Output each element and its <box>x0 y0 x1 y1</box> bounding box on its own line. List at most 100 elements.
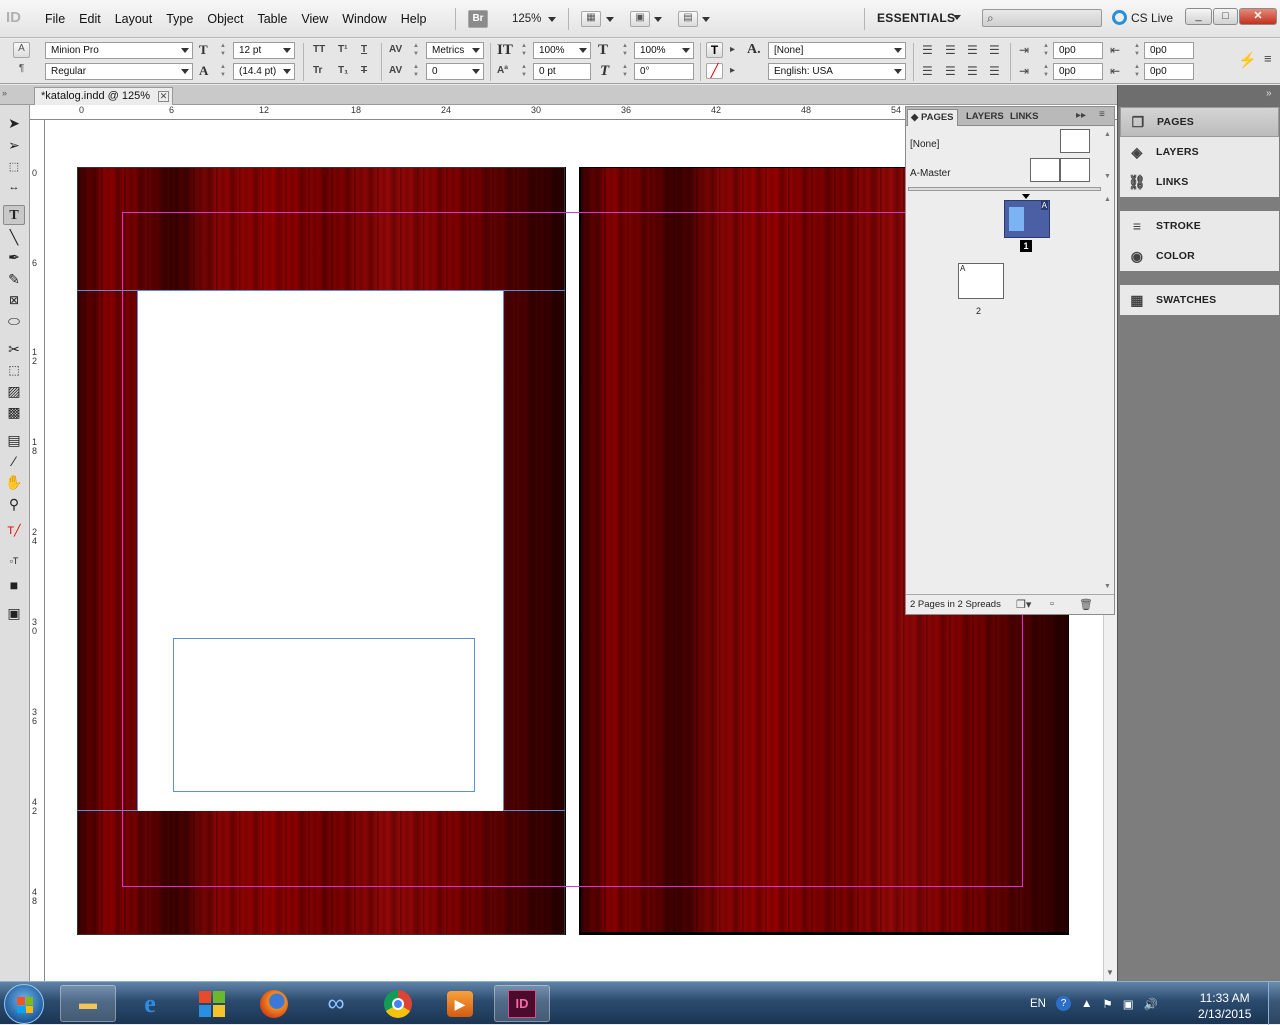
strikethrough-icon[interactable]: T <box>361 65 367 76</box>
superscript-icon[interactable]: T¹ <box>338 44 347 55</box>
skew-stepper[interactable]: ▲ ▼ <box>621 63 629 80</box>
pencil-tool-icon[interactable]: ✎ <box>3 269 25 289</box>
vertical-scale-stepper[interactable]: ▲ ▼ <box>520 42 528 59</box>
panel-menu-icon[interactable]: ≡ <box>1264 51 1272 66</box>
menu-table[interactable]: Table <box>250 12 294 26</box>
gradient-feather-tool-icon[interactable]: ▩ <box>3 402 25 422</box>
last-line-indent-field[interactable]: 0p0 <box>1144 63 1194 80</box>
eyedropper-tool-icon[interactable]: ⁄ <box>3 451 25 471</box>
dock-item-links[interactable]: ⛓ LINKS <box>1120 167 1279 197</box>
note-tool-icon[interactable]: ▤ <box>3 430 25 450</box>
left-indent-field[interactable]: 0p0 <box>1053 42 1103 59</box>
taskbar-media-app[interactable] <box>184 985 240 1022</box>
collapse-tools-icon[interactable]: » <box>2 88 7 98</box>
menu-object[interactable]: Object <box>200 12 250 26</box>
view-options-icon[interactable]: ▦ <box>581 11 601 27</box>
justify-right-icon[interactable]: ☰ <box>967 64 978 78</box>
type-tool-icon[interactable]: T <box>3 205 25 225</box>
font-size-stepper[interactable]: ▲ ▼ <box>219 42 227 59</box>
baseline-shift-stepper[interactable]: ▲ ▼ <box>520 63 528 80</box>
edit-page-size-icon[interactable]: ❐▾ <box>1016 598 1031 611</box>
show-hidden-icons-icon[interactable]: ▲ <box>1081 998 1092 1010</box>
all-caps-icon[interactable]: TT <box>313 44 325 55</box>
leading-stepper[interactable]: ▲ ▼ <box>219 63 227 80</box>
taskbar-indesign[interactable]: ID <box>494 985 550 1022</box>
justify-all-icon[interactable]: ☰ <box>989 64 1000 78</box>
menu-type[interactable]: Type <box>159 12 200 26</box>
small-caps-icon[interactable]: Tr <box>313 65 322 76</box>
show-desktop-button[interactable] <box>1268 982 1280 1025</box>
right-indent-stepper[interactable]: ▲ ▼ <box>1133 42 1141 59</box>
taskbar-explorer[interactable]: ▬ <box>60 985 116 1022</box>
zoom-level[interactable]: 125% <box>512 13 541 25</box>
dock-item-color[interactable]: ◉ COLOR <box>1120 241 1279 271</box>
rectangle-frame-tool-icon[interactable]: ⊠ <box>3 290 25 310</box>
skew-field[interactable]: 0° <box>634 63 694 80</box>
screen-mode-tool-icon[interactable]: ▣ <box>3 603 25 623</box>
master-none-thumb[interactable] <box>1060 129 1090 153</box>
left-indent-stepper[interactable]: ▲ ▼ <box>1042 42 1050 59</box>
page-1-thumb[interactable]: A <box>1004 200 1050 238</box>
align-towards-spine-icon[interactable]: ☰ <box>989 43 1000 57</box>
horizontal-scale-stepper[interactable]: ▲ ▼ <box>621 42 629 59</box>
close-window-button[interactable]: ✕ <box>1239 8 1277 25</box>
text-frame[interactable] <box>173 638 475 792</box>
screen-mode-icon[interactable]: ▣ <box>630 11 650 27</box>
underline-icon[interactable]: T <box>361 44 367 55</box>
line-tool-icon[interactable]: ╲ <box>3 227 25 247</box>
quick-apply-icon[interactable]: ⚡ <box>1238 51 1257 69</box>
search-input[interactable]: ⌕ <box>982 9 1102 27</box>
horizontal-scale-field[interactable]: 100% <box>634 42 694 59</box>
gap-tool-icon[interactable]: ↔ <box>3 177 25 197</box>
zoom-tool-icon[interactable]: ⚲ <box>3 494 25 514</box>
menu-view[interactable]: View <box>294 12 335 26</box>
align-right-icon[interactable]: ☰ <box>967 43 978 57</box>
document-tab[interactable]: *katalog.indd @ 125% ✕ <box>34 87 174 105</box>
fill-stroke-icon[interactable]: T╱ <box>3 521 25 541</box>
scroll-down-icon[interactable]: ▼ <box>1104 583 1111 590</box>
font-size-field[interactable]: 12 pt <box>233 42 295 59</box>
subscript-icon[interactable]: T₁ <box>338 65 348 76</box>
selection-tool-icon[interactable]: ➤ <box>3 113 25 133</box>
delete-page-icon[interactable]: 🗑 <box>1079 598 1093 611</box>
close-tab-icon[interactable]: ✕ <box>158 91 170 102</box>
free-transform-tool-icon[interactable]: ⬚ <box>3 360 25 380</box>
tab-layers[interactable]: LAYERS <box>963 109 1007 126</box>
scissors-tool-icon[interactable]: ✂ <box>3 339 25 359</box>
font-style-field[interactable]: Regular <box>45 63 193 80</box>
screen-mode-dropdown-icon[interactable] <box>654 17 662 22</box>
menu-file[interactable]: File <box>38 12 72 26</box>
fill-text-icon[interactable]: T <box>706 42 723 58</box>
collapse-dock-icon[interactable]: » <box>1266 88 1272 99</box>
master-a-thumb-left[interactable] <box>1030 158 1060 182</box>
pen-tool-icon[interactable]: ✒ <box>3 247 25 267</box>
new-page-icon[interactable]: ▫ <box>1050 598 1054 610</box>
arrange-documents-icon[interactable]: ▤ <box>678 11 698 27</box>
font-family-field[interactable]: Minion Pro <box>45 42 193 59</box>
tracking-stepper[interactable]: ▲ ▼ <box>412 63 420 80</box>
workspace-dropdown-icon[interactable] <box>953 15 961 20</box>
page-tool-icon[interactable]: ⬚ <box>3 157 25 177</box>
minimize-button[interactable]: _ <box>1185 8 1212 25</box>
paragraph-mode-icon[interactable]: ¶ <box>13 63 30 79</box>
scroll-down-icon[interactable]: ▼ <box>1106 968 1114 977</box>
workspace-switcher[interactable]: ESSENTIALS <box>877 11 955 25</box>
panel-options-icon[interactable]: ≡ <box>1099 109 1105 120</box>
taskbar-chrome[interactable] <box>370 985 426 1022</box>
taskbar-internet-explorer[interactable]: e <box>122 985 178 1022</box>
last-line-indent-stepper[interactable]: ▲ ▼ <box>1133 63 1141 80</box>
stroke-none-icon[interactable]: ╱ <box>706 63 723 79</box>
zoom-dropdown-icon[interactable] <box>548 17 556 22</box>
align-center-icon[interactable]: ☰ <box>945 43 956 57</box>
justify-center-icon[interactable]: ☰ <box>945 64 956 78</box>
character-style-field[interactable]: [None] <box>768 42 906 59</box>
maximize-button[interactable]: □ <box>1213 8 1238 25</box>
baseline-shift-field[interactable]: 0 pt <box>533 63 591 80</box>
justify-left-icon[interactable]: ☰ <box>922 64 933 78</box>
arrange-dropdown-icon[interactable] <box>702 17 710 22</box>
page-2-thumb[interactable]: A <box>958 263 1004 299</box>
first-line-indent-stepper[interactable]: ▲ ▼ <box>1042 63 1050 80</box>
section-divider[interactable] <box>908 187 1101 191</box>
start-button[interactable] <box>4 984 44 1024</box>
dock-item-pages[interactable]: ❐ PAGES <box>1120 107 1279 137</box>
